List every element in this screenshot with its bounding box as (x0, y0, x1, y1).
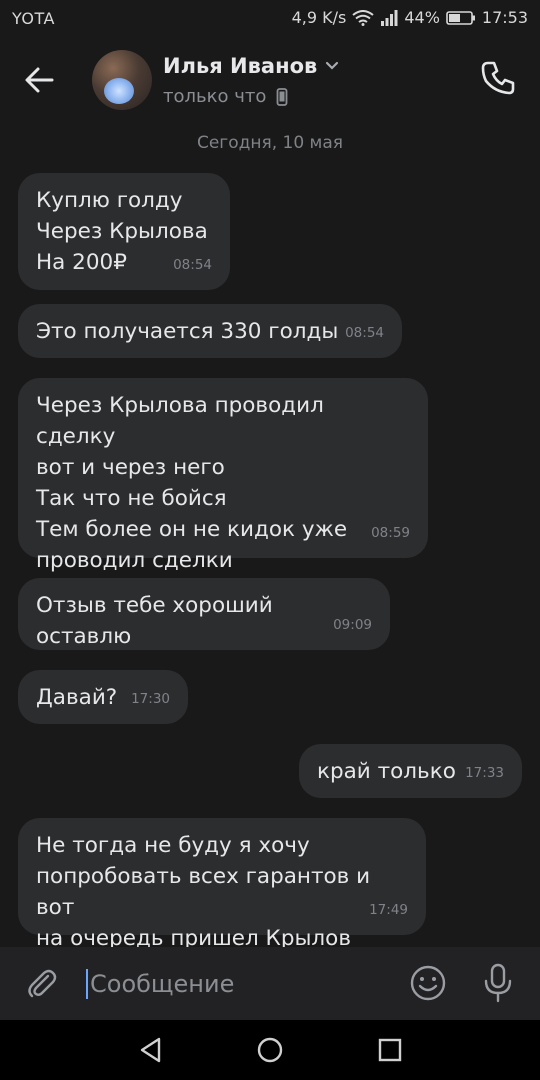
contact-name-text: Илья Иванов (163, 54, 318, 78)
avatar[interactable] (92, 50, 152, 110)
contact-name[interactable]: Илья Иванов (163, 54, 339, 78)
status-right: 4,9 K/s 44% 17:53 (292, 8, 528, 27)
message-text: Не тогда не буду я хочу попробовать всех… (36, 833, 371, 951)
nav-recents-button[interactable] (374, 1034, 406, 1066)
system-navigation-bar (0, 1020, 540, 1080)
smile-icon (410, 965, 446, 1001)
emoji-button[interactable] (408, 963, 448, 1003)
message-bubble[interactable]: Не тогда не буду я хочу попробовать всех… (18, 818, 426, 951)
call-button[interactable] (478, 58, 518, 98)
square-recents-icon (378, 1038, 402, 1062)
nav-home-button[interactable] (254, 1034, 286, 1066)
message-time: 08:54 (345, 325, 384, 341)
chevron-down-icon (326, 61, 339, 70)
nav-back-button[interactable] (135, 1034, 167, 1066)
date-separator: Сегодня, 10 мая (196, 133, 344, 153)
avatar-image (104, 78, 134, 104)
chat-header: Илья Иванов только что (0, 36, 540, 124)
wifi-icon (352, 9, 374, 26)
message-time: 17:49 (369, 902, 408, 918)
attach-button[interactable] (24, 965, 60, 1001)
paperclip-icon (28, 969, 57, 998)
voice-message-button[interactable] (480, 961, 516, 1005)
message-text: Отзыв тебе хороший оставлю (36, 593, 273, 649)
message-text: Это получается 330 голды (36, 319, 339, 344)
message-time: 17:33 (465, 765, 504, 781)
circle-home-icon (257, 1037, 283, 1063)
microphone-icon (484, 963, 512, 1003)
network-speed: 4,9 K/s (291, 8, 347, 27)
mobile-phone-icon (276, 87, 288, 106)
message-time: 09:09 (333, 617, 372, 633)
message-bubble[interactable]: Куплю голду Через Крылова На 200₽ 08:54 (18, 173, 230, 290)
message-input[interactable] (88, 961, 392, 1007)
carrier-label: YOTA (12, 9, 55, 28)
message-bubble[interactable]: Через Крылова проводил сделку вот и чере… (18, 378, 428, 573)
message-time: 17:30 (131, 691, 170, 707)
message-text: Через Крылова проводил сделку вот и чере… (36, 393, 348, 573)
message-time: 08:59 (371, 525, 410, 541)
message-bubble[interactable]: Давай? 17:30 (18, 670, 188, 724)
triangle-back-icon (140, 1037, 161, 1063)
contact-status: только что (163, 86, 288, 107)
message-bubble[interactable]: Отзыв тебе хороший оставлю 09:09 (18, 578, 390, 650)
message-time: 08:54 (173, 257, 212, 273)
status-bar: YOTA 4,9 K/s 44% 17:53 (0, 0, 540, 36)
clock: 17:53 (481, 8, 528, 27)
message-composer (0, 947, 540, 1020)
last-seen-text: только что (163, 86, 267, 107)
message-bubble[interactable]: Это получается 330 голды 08:54 (18, 304, 402, 358)
battery-icon (446, 10, 476, 25)
arrow-left-icon (25, 67, 54, 93)
battery-percent: 44% (404, 8, 440, 27)
back-button[interactable] (22, 62, 62, 98)
message-bubble-outgoing[interactable]: край только 17:33 (299, 744, 522, 798)
phone-icon (481, 61, 515, 95)
signal-icon (380, 9, 398, 26)
